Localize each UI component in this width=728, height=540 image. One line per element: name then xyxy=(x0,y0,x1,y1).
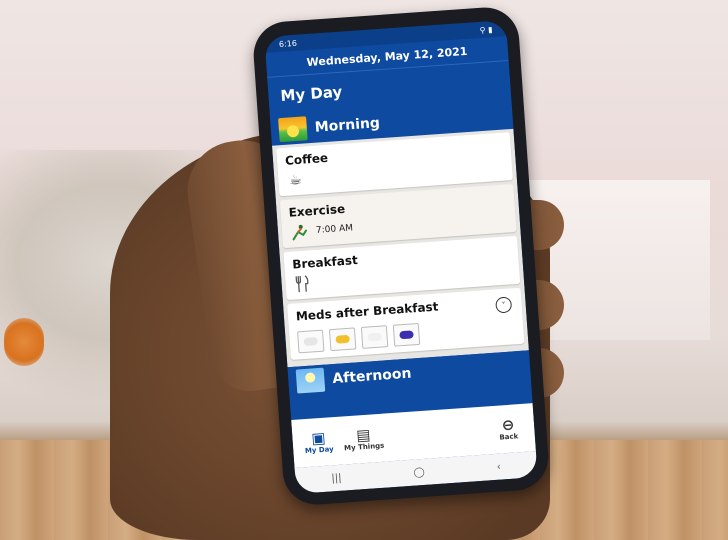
pill-row xyxy=(297,316,516,354)
phone-screen: 6:16 ⚲ ▮ Wednesday, May 12, 2021 My Day … xyxy=(264,20,538,494)
system-back-icon[interactable]: ‹ xyxy=(496,461,501,472)
back-arrow-icon: ⊖ xyxy=(501,415,515,435)
stretching-person-icon xyxy=(289,222,308,241)
recent-apps-icon[interactable]: ||| xyxy=(331,472,342,484)
nav-my-things-label: My Things xyxy=(343,441,385,453)
chevron-down-circle-icon[interactable]: ˅ xyxy=(495,296,513,314)
pill-white-icon xyxy=(360,325,389,349)
nav-my-things[interactable]: ▤ My Things xyxy=(338,425,390,453)
status-icons: ⚲ ▮ xyxy=(479,24,493,35)
pill-blue-icon xyxy=(392,322,421,347)
notepad-icon: ▤ xyxy=(355,425,372,445)
pill-yellow-icon xyxy=(328,327,357,352)
section-afternoon-label: Afternoon xyxy=(331,365,412,388)
nav-my-day[interactable]: ▣ My Day xyxy=(298,429,340,456)
sun-icon xyxy=(295,367,326,394)
coffee-cup-icon: ☕ xyxy=(288,171,303,189)
background-orange-object xyxy=(4,318,44,366)
exercise-time: 7:00 AM xyxy=(315,223,354,236)
morning-list: Coffee ☕ Exercise 7:00 AM Breakfast Meds… xyxy=(271,128,529,368)
calendar-icon: ▣ xyxy=(310,428,327,448)
status-time: 6:16 xyxy=(278,38,298,49)
list-item-meds[interactable]: Meds after Breakfast ˅ xyxy=(287,287,525,360)
section-morning-label: Morning xyxy=(314,115,381,136)
nav-my-day-label: My Day xyxy=(304,445,335,456)
nav-back-label: Back xyxy=(499,432,519,442)
pill-white-icon xyxy=(297,329,325,354)
sunrise-icon xyxy=(278,116,308,143)
nav-back[interactable]: ⊖ Back xyxy=(488,416,530,443)
home-icon[interactable]: ◯ xyxy=(413,466,425,478)
fork-knife-icon xyxy=(293,274,312,293)
page-title-text: My Day xyxy=(279,82,343,105)
phone: 6:16 ⚲ ▮ Wednesday, May 12, 2021 My Day … xyxy=(251,5,551,507)
